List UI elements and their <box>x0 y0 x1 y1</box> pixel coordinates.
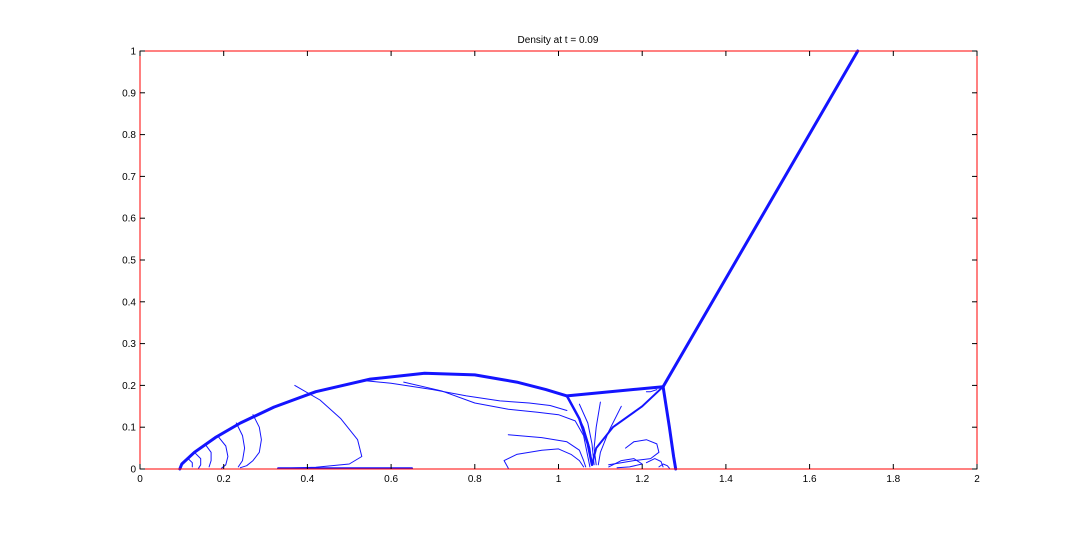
x-tick-label: 2 <box>974 474 980 485</box>
chart-title: Density at t = 0.09 <box>518 35 599 46</box>
contour-line-23 <box>216 435 229 469</box>
y-tick-label: 0.4 <box>122 297 136 308</box>
density-contour-chart: Density at t = 0.09 0 0.2 0.4 0.6 0.8 1 1.2 1.4… <box>122 35 980 485</box>
contour-line-25 <box>193 451 202 469</box>
contour-line-7 <box>361 379 568 411</box>
x-tick-label: 0.6 <box>384 474 398 485</box>
contour-line-3 <box>661 49 860 389</box>
x-tick-label: 0 <box>137 474 143 485</box>
x-tick-label: 1.4 <box>719 474 733 485</box>
contour-line-26 <box>187 458 193 468</box>
x-tick-label: 1.6 <box>803 474 817 485</box>
x-tick-label: 0.2 <box>217 474 231 485</box>
contour-line-4 <box>661 385 678 471</box>
contour-line-14 <box>597 405 622 466</box>
plot-frame <box>139 50 978 470</box>
y-tick-label: 0 <box>130 465 136 476</box>
x-tick-label: 0.8 <box>468 474 482 485</box>
x-tick-label: 0.4 <box>300 474 314 485</box>
contour-line-19 <box>658 463 670 469</box>
y-tick-label: 0.5 <box>122 256 136 267</box>
y-tick-label: 0.3 <box>122 339 136 350</box>
contour-line-20 <box>281 384 363 469</box>
y-tick-label: 0.2 <box>122 381 136 392</box>
contour-line-22 <box>235 422 246 468</box>
y-tick-label: 0.1 <box>122 423 136 434</box>
y-tick-label: 1 <box>130 47 136 58</box>
y-tick-label: 0.6 <box>122 214 136 225</box>
y-tick-label: 0.7 <box>122 172 136 183</box>
y-tick-label: 0.9 <box>122 88 136 99</box>
contour-line-6 <box>591 385 665 466</box>
x-axis: 0 0.2 0.4 0.6 0.8 1 1.2 1.4 1.6 1.8 2 <box>137 51 980 485</box>
contour-line-10 <box>503 448 585 469</box>
contour-line-1 <box>178 371 569 471</box>
x-tick-label: 1.2 <box>635 474 649 485</box>
contour-line-16 <box>608 439 660 466</box>
contour-line-24 <box>204 443 212 468</box>
x-tick-label: 1.8 <box>886 474 900 485</box>
contour-line-15 <box>645 389 658 393</box>
x-tick-label: 1 <box>556 474 562 485</box>
contour-line-9 <box>507 434 587 468</box>
contour-lines <box>178 49 860 471</box>
y-tick-label: 0.8 <box>122 130 136 141</box>
y-axis: 0 0.1 0.2 0.3 0.4 0.5 0.6 0.7 0.8 0.9 1 <box>122 47 977 476</box>
